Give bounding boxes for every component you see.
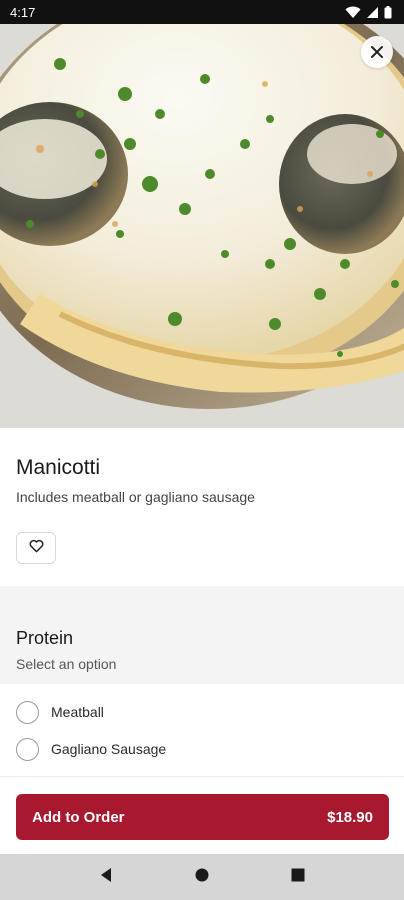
recents-icon — [291, 868, 305, 887]
option-label: Meatball — [51, 704, 104, 720]
back-button[interactable] — [86, 857, 126, 897]
close-icon — [370, 45, 384, 59]
order-bar: Add to Order $18.90 — [0, 776, 404, 854]
item-description: Includes meatball or gagliano sausage — [16, 489, 255, 505]
item-details: Manicotti Includes meatball or gagliano … — [0, 428, 404, 586]
system-nav-bar — [0, 854, 404, 900]
status-bar: 4:17 — [0, 0, 404, 24]
signal-icon — [366, 6, 379, 19]
home-icon — [195, 868, 209, 887]
order-price: $18.90 — [327, 808, 373, 826]
manicotti-dish-photo — [0, 24, 404, 428]
close-button[interactable] — [361, 36, 393, 68]
status-icons — [345, 5, 392, 19]
modifier-options: Meatball Gagliano Sausage — [0, 684, 404, 776]
option-gagliano-sausage[interactable]: Gagliano Sausage — [16, 736, 166, 762]
favorite-button[interactable] — [16, 532, 56, 564]
wifi-icon — [345, 6, 361, 19]
radio-button[interactable] — [16, 700, 39, 724]
home-button[interactable] — [182, 857, 222, 897]
modifier-group-header: Protein Select an option — [0, 586, 404, 684]
option-label: Gagliano Sausage — [51, 741, 167, 757]
modifier-group-subtitle: Select an option — [16, 656, 117, 672]
battery-icon — [384, 5, 392, 19]
radio-button[interactable] — [16, 737, 39, 761]
option-meatball[interactable]: Meatball — [16, 699, 104, 725]
item-title: Manicotti — [16, 456, 101, 479]
status-time: 4:17 — [10, 4, 36, 20]
add-to-order-label: Add to Order — [32, 808, 125, 826]
modifier-group-title: Protein — [16, 628, 74, 648]
heart-icon — [29, 539, 44, 558]
item-image — [0, 24, 404, 428]
add-to-order-button[interactable]: Add to Order $18.90 — [16, 794, 389, 840]
recents-button[interactable] — [278, 857, 318, 897]
back-icon — [99, 867, 113, 888]
